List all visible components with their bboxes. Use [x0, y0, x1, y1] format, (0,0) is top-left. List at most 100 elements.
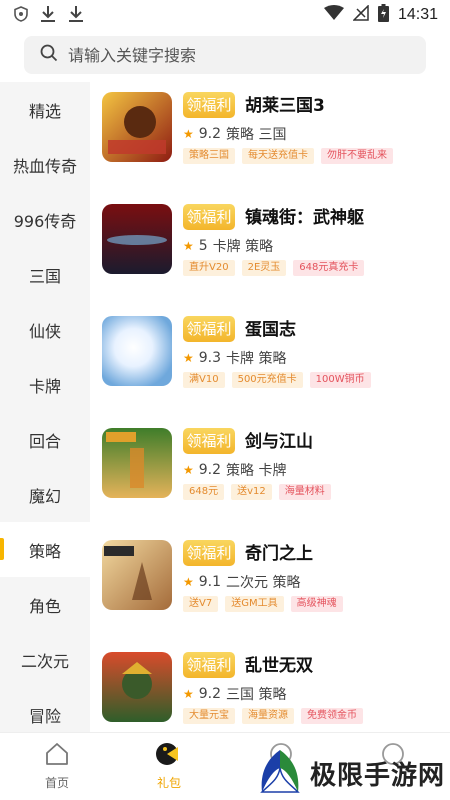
game-tag: 100W铜币: [309, 372, 371, 388]
watermark-text: 极限手游网: [310, 760, 446, 791]
search-input[interactable]: [68, 45, 398, 65]
game-tag: 策略三国: [183, 148, 235, 164]
sidebar-item-kapai[interactable]: 卡牌: [0, 357, 90, 412]
search-icon: [40, 44, 58, 66]
tab-gift[interactable]: 礼包: [134, 741, 204, 791]
game-tag: 648元真充卡: [293, 260, 365, 276]
tab-label: 礼包: [156, 776, 181, 790]
star-icon: ★: [183, 463, 194, 477]
wifi-icon: [323, 5, 344, 25]
game-tags: 大量元宝 海量资源 免费领金币: [183, 708, 363, 724]
battery-icon: [377, 4, 389, 26]
game-title: 剑与江山: [245, 432, 313, 452]
game-title: 镇魂街：武神躯: [245, 208, 364, 228]
status-bar: 14:31: [0, 0, 450, 30]
star-icon: ★: [183, 351, 194, 365]
game-item[interactable]: 领福利 奇门之上 ★ 9.1 二次元 策略 送V7 送GM工具 高级神魂: [90, 530, 450, 642]
game-title: 奇门之上: [245, 544, 313, 564]
home-icon: [44, 743, 70, 770]
game-tag: 500元充值卡: [231, 372, 303, 388]
game-meta: ★ 5 卡牌 策略: [183, 236, 273, 256]
status-time: 14:31: [397, 6, 438, 23]
sidebar-item-erciyuan[interactable]: 二次元: [0, 632, 90, 687]
sidebar-item-juese[interactable]: 角色: [0, 577, 90, 632]
download-icon: [40, 5, 56, 27]
game-item[interactable]: 领福利 乱世无双 ★ 9.2 三国 策略 大量元宝 海量资源 免费领金币: [90, 642, 450, 732]
tab-label: 首页: [44, 776, 69, 790]
game-tag: 满V10: [183, 372, 225, 388]
game-tag: 每天送充值卡: [242, 148, 314, 164]
game-tags: 648元 送v12 海量材料: [183, 484, 331, 500]
game-item[interactable]: 领福利 胡莱三国3 ★ 9.2 策略 三国 策略三国 每天送充值卡 勿肝不要乱来: [90, 82, 450, 194]
game-tags: 策略三国 每天送充值卡 勿肝不要乱来: [183, 148, 393, 164]
star-icon: ★: [183, 687, 194, 701]
game-tag: 648元: [183, 484, 225, 500]
game-genres: 卡牌 策略: [212, 239, 274, 255]
game-tag: 海量材料: [278, 484, 331, 500]
game-tag: 海量资源: [242, 708, 294, 724]
no-signal-icon: [352, 4, 369, 25]
sidebar-item-huihe[interactable]: 回合: [0, 412, 90, 467]
game-rating: 9.3: [198, 350, 222, 366]
star-icon: ★: [183, 239, 194, 253]
sidebar-item-jingxuan[interactable]: 精选: [0, 82, 90, 137]
sidebar-item-996-chuanqi[interactable]: 996传奇: [0, 192, 90, 247]
game-tag: 送GM工具: [225, 596, 284, 612]
claim-welfare-badge[interactable]: 领福利: [183, 540, 235, 566]
game-rating: 9.2: [198, 686, 222, 702]
sidebar-item-mohuan[interactable]: 魔幻: [0, 467, 90, 522]
game-tag: 勿肝不要乱来: [321, 148, 393, 164]
game-tag: 免费领金币: [301, 708, 363, 724]
site-watermark: 极限手游网: [256, 748, 445, 798]
game-tag: 2E灵玉: [241, 260, 287, 276]
star-icon: ★: [183, 127, 194, 141]
game-meta: ★ 9.2 三国 策略: [183, 684, 286, 704]
game-genres: 策略 三国: [226, 127, 287, 143]
game-rating: 9.2: [198, 126, 222, 142]
sidebar-item-celue[interactable]: 策略: [0, 522, 90, 577]
game-rating: 9.1: [198, 574, 222, 590]
game-genres: 卡牌 策略: [226, 351, 287, 367]
game-meta: ★ 9.2 策略 卡牌: [183, 460, 286, 480]
watermark-logo-icon: [256, 748, 304, 798]
game-meta: ★ 9.3 卡牌 策略: [183, 348, 286, 368]
game-tag: 直升V20: [183, 260, 235, 276]
game-tag: 送v12: [231, 484, 272, 500]
game-tags: 直升V20 2E灵玉 648元真充卡: [183, 260, 365, 276]
claim-welfare-badge[interactable]: 领福利: [183, 92, 235, 118]
claim-welfare-badge[interactable]: 领福利: [183, 652, 235, 678]
game-meta: ★ 9.1 二次元 策略: [183, 572, 300, 592]
category-sidebar: 精选 热血传奇 996传奇 三国 仙侠 卡牌 回合 魔幻 策略 角色 二次元 冒…: [0, 82, 90, 732]
game-meta: ★ 9.2 策略 三国: [183, 124, 286, 144]
game-tag: 高级神魂: [290, 596, 343, 612]
search-bar[interactable]: [24, 36, 426, 74]
game-item[interactable]: 领福利 镇魂街：武神躯 ★ 5 卡牌 策略 直升V20 2E灵玉 648元真充卡: [90, 194, 450, 306]
game-thumbnail: [102, 540, 172, 610]
game-item[interactable]: 领福利 剑与江山 ★ 9.2 策略 卡牌 648元 送v12 海量材料: [90, 418, 450, 530]
game-title: 蛋国志: [245, 320, 296, 340]
game-thumbnail: [102, 428, 172, 498]
game-item[interactable]: 领福利 蛋国志 ★ 9.3 卡牌 策略 满V10 500元充值卡 100W铜币: [90, 306, 450, 418]
claim-welfare-badge[interactable]: 领福利: [183, 204, 235, 230]
game-list: 领福利 胡莱三国3 ★ 9.2 策略 三国 策略三国 每天送充值卡 勿肝不要乱来…: [90, 82, 450, 732]
claim-welfare-badge[interactable]: 领福利: [183, 316, 235, 342]
game-thumbnail: [102, 92, 172, 162]
sidebar-item-rexue-chuanqi[interactable]: 热血传奇: [0, 137, 90, 192]
game-genres: 二次元 策略: [226, 575, 301, 591]
game-thumbnail: [102, 652, 172, 722]
game-tag: 大量元宝: [183, 708, 235, 724]
sidebar-item-xianxia[interactable]: 仙侠: [0, 302, 90, 357]
claim-welfare-badge[interactable]: 领福利: [183, 428, 235, 454]
star-icon: ★: [183, 575, 194, 589]
tab-home[interactable]: 首页: [22, 741, 92, 791]
game-title: 胡莱三国3: [245, 96, 325, 116]
gift-icon: [155, 743, 183, 770]
sidebar-item-sanguo[interactable]: 三国: [0, 247, 90, 302]
game-title: 乱世无双: [245, 656, 313, 676]
game-rating: 9.2: [198, 462, 222, 478]
game-thumbnail: [102, 204, 172, 274]
shield-icon: [14, 6, 28, 26]
game-tag: 送V7: [183, 596, 219, 612]
game-genres: 三国 策略: [226, 687, 287, 703]
game-rating: 5: [198, 238, 208, 254]
